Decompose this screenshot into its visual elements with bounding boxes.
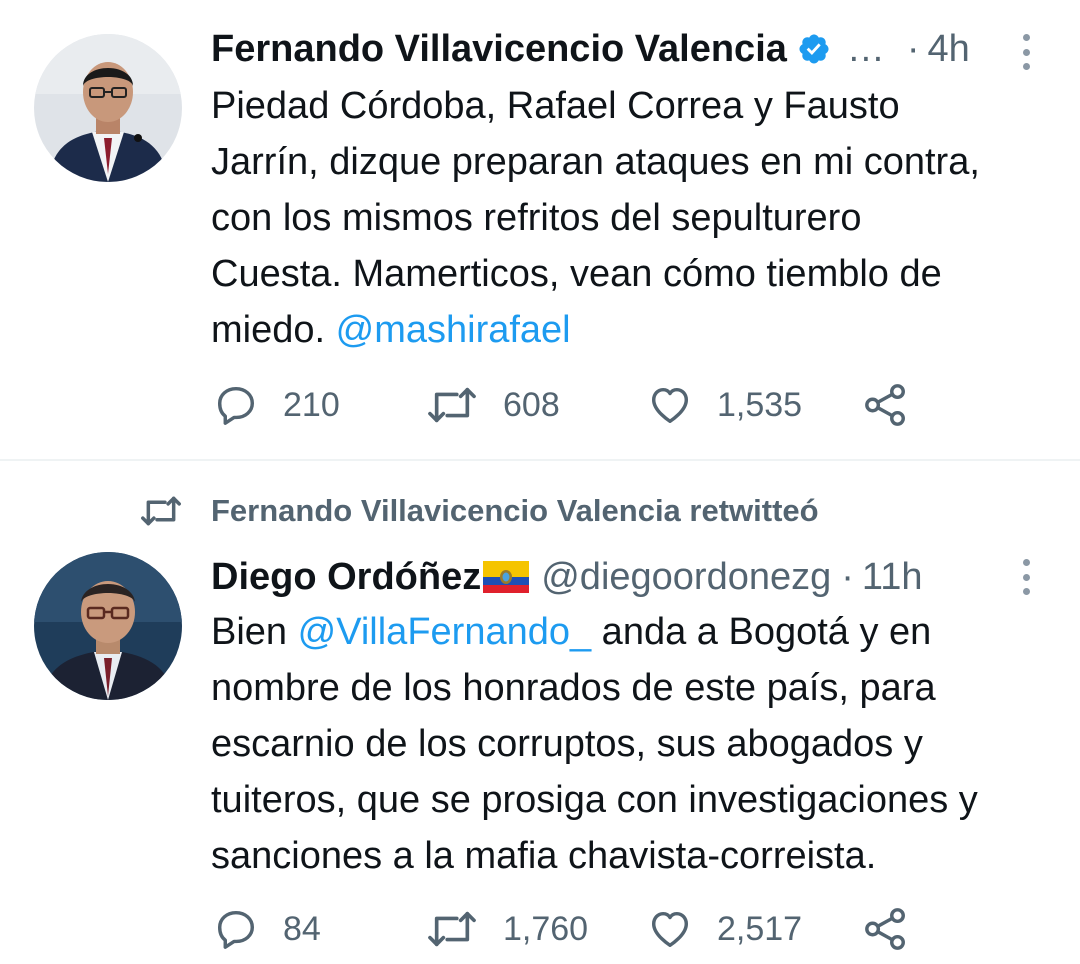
tweet-text: Piedad Córdoba, Rafael Correa y Fausto J…: [211, 78, 1051, 358]
tweet-text-segment: Bien: [211, 611, 298, 653]
share-button[interactable]: [863, 904, 909, 954]
retweet-count: 608: [503, 385, 560, 424]
heart-icon: [651, 911, 689, 948]
tweet-text-line: Piedad Córdoba, Rafael Correa y Fausto: [211, 85, 900, 127]
ecuador-flag-icon: [483, 561, 530, 593]
like-count: 2,517: [717, 909, 803, 948]
retweet-button[interactable]: 608: [425, 380, 560, 430]
reply-icon: [217, 386, 255, 425]
share-icon: [865, 908, 905, 950]
tweet-time[interactable]: 11h: [862, 556, 923, 599]
author-handle[interactable]: @diegoordonezg: [541, 556, 831, 599]
avatar-diego[interactable]: [34, 552, 182, 700]
like-button[interactable]: 2,517: [647, 904, 802, 954]
tweet-text-line: con los mismos refritos del sepulturero: [211, 197, 862, 239]
reply-count: 210: [283, 385, 340, 424]
reply-button[interactable]: 210: [213, 380, 340, 430]
tweet-header: Fernando Villavicencio Valencia … · 4h: [211, 24, 1040, 74]
tweet-text-line: nombre de los honrados de este país, par…: [211, 667, 936, 709]
like-button[interactable]: 1,535: [647, 380, 802, 430]
tweet-1[interactable]: Fernando Villavicencio Valencia … · 4h P…: [0, 0, 1080, 460]
tweet-text-line-last: miedo. @mashirafael: [211, 302, 1051, 358]
tweet-time[interactable]: 4h: [928, 28, 970, 71]
retweeted-by-text[interactable]: Fernando Villavicencio Valencia retwitte…: [211, 493, 819, 529]
tweet-text-segment: miedo.: [211, 309, 336, 351]
separator-dot: ·: [841, 555, 854, 598]
heart-icon: [651, 387, 689, 424]
tweet-2[interactable]: Fernando Villavicencio Valencia retwitte…: [0, 461, 1080, 964]
share-icon: [865, 384, 905, 426]
author-name[interactable]: Fernando Villavicencio Valencia: [211, 28, 787, 71]
tweet-text-line-first: Bien @VillaFernando_ anda a Bogotá y en: [211, 604, 1051, 660]
more-options-icon[interactable]: [1012, 30, 1040, 74]
tweet-text-line: sanciones a la mafia chavista-correista.: [211, 835, 877, 877]
reply-icon: [217, 910, 255, 949]
separator-dot: ·: [906, 27, 920, 70]
mention-link[interactable]: @mashirafael: [336, 309, 571, 351]
author-name[interactable]: Diego Ordóñez: [211, 556, 481, 599]
retweet-icon: [428, 911, 476, 947]
retweeted-by-line: Fernando Villavicencio Valencia retwitte…: [138, 489, 819, 533]
tweet-text: Bien @VillaFernando_ anda a Bogotá y en …: [211, 604, 1051, 884]
retweet-button[interactable]: 1,760: [425, 904, 588, 954]
tweet-text-segment: anda a Bogotá y en: [591, 611, 932, 653]
retweet-icon: [141, 496, 181, 526]
tweet-header: Diego Ordóñez @diegoordonezg · 11h: [211, 552, 1040, 602]
tweet-text-line: Jarrín, dizque preparan ataques en mi co…: [211, 141, 980, 183]
handle-truncated: …: [846, 27, 885, 70]
tweet-text-line: Cuesta. Mamerticos, vean cómo tiemblo de: [211, 253, 942, 295]
more-options-icon[interactable]: [1012, 555, 1040, 599]
verified-badge-icon: [799, 34, 829, 64]
mention-link[interactable]: @VillaFernando_: [298, 611, 592, 653]
avatar-fernando[interactable]: [34, 34, 182, 182]
tweet-text-line: escarnio de los corruptos, sus abogados …: [211, 723, 923, 765]
reply-count: 84: [283, 909, 321, 948]
reply-button[interactable]: 84: [213, 904, 321, 954]
tweet-text-line: tuiteros, que se prosiga con investigaci…: [211, 779, 978, 821]
like-count: 1,535: [717, 385, 803, 424]
retweet-icon: [428, 387, 476, 423]
share-button[interactable]: [863, 380, 909, 430]
retweet-count: 1,760: [503, 909, 589, 948]
